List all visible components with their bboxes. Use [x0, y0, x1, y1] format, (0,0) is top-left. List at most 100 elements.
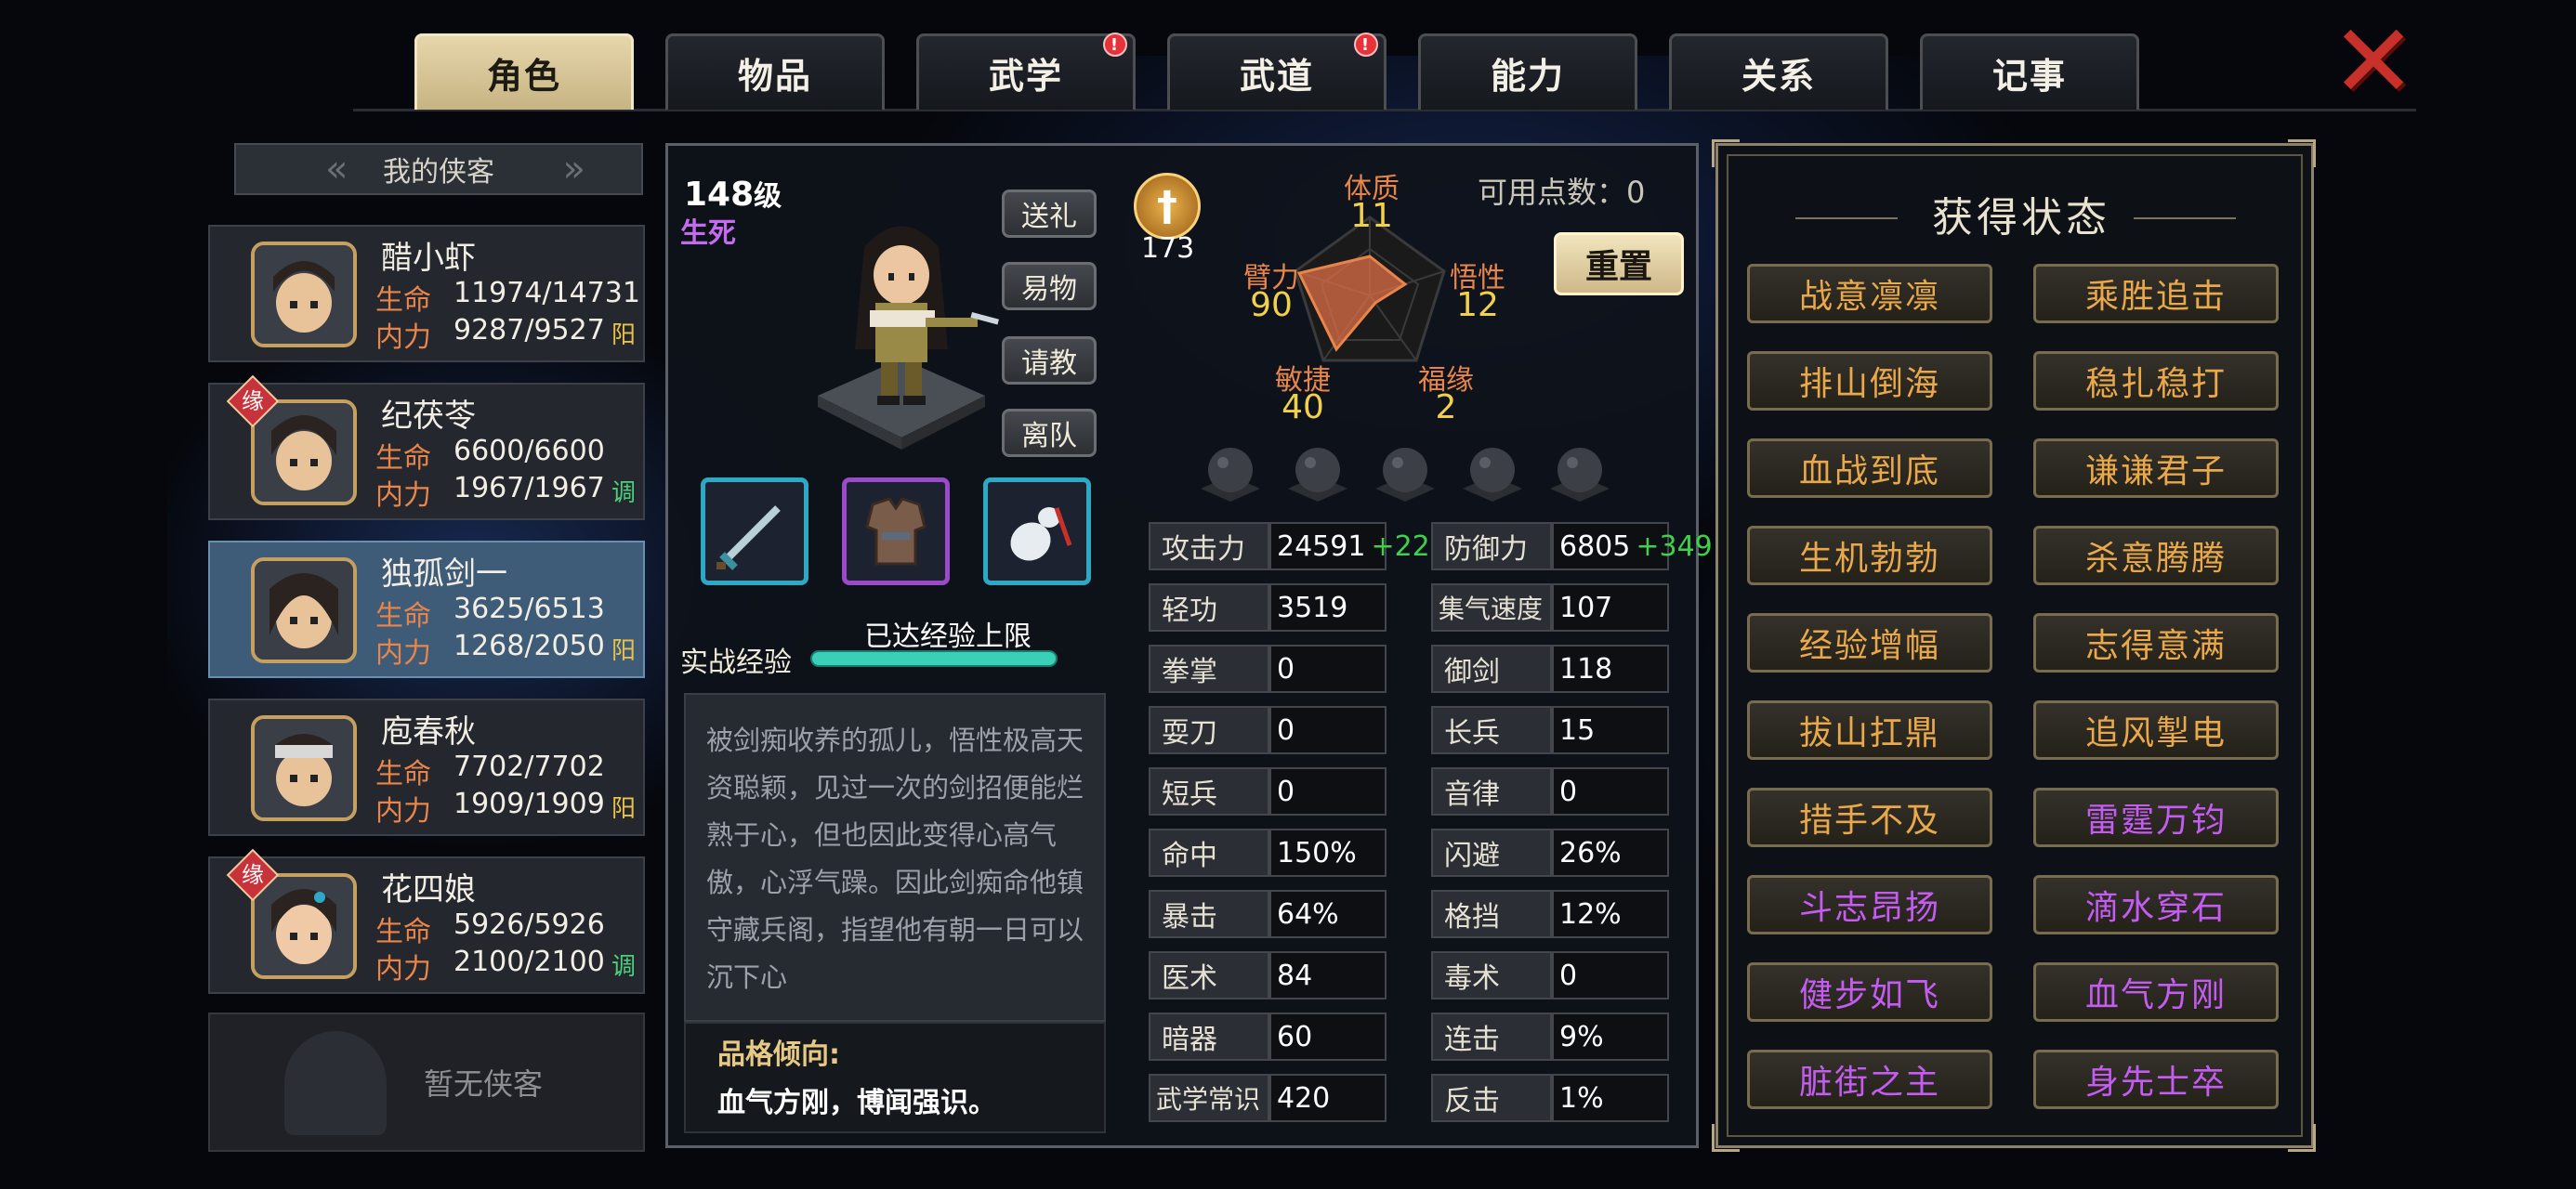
mp-label: 内力 [375, 321, 431, 354]
button-label: 送礼 [1021, 201, 1077, 233]
hero-card[interactable]: 庖春秋 生命 7702/7702 内力 1909/1909 阳 [208, 699, 645, 836]
stat-label: 集气速度 [1431, 583, 1552, 632]
stat-value: 150% [1269, 829, 1387, 877]
status-item[interactable]: 血气方刚 [2033, 962, 2279, 1022]
orb-slot-icon[interactable] [1195, 442, 1266, 505]
status-label: 经验增幅 [1798, 627, 1940, 665]
hero-portrait [251, 242, 357, 347]
hp-value: 11974/14731 [453, 277, 640, 309]
accessory-slot[interactable] [983, 477, 1091, 585]
status-label: 乘胜追击 [2084, 278, 2227, 316]
title-divider [2134, 217, 2236, 219]
stat-value: 0 [1552, 767, 1669, 816]
stat-value: 84 [1269, 951, 1387, 1000]
tab-martial-arts[interactable]: 武学! [916, 33, 1136, 110]
stat-label: 拳掌 [1149, 645, 1269, 693]
orb-slot-icon[interactable] [1282, 442, 1353, 505]
status-item[interactable]: 生机勃勃 [1747, 526, 1992, 585]
status-item[interactable]: 志得意满 [2033, 613, 2279, 673]
status-item[interactable]: 经验增幅 [1747, 613, 1992, 673]
status-item[interactable]: 乘胜追击 [2033, 264, 2279, 323]
armor-slot[interactable] [842, 477, 950, 585]
radar-value-insight: 12 [1456, 286, 1499, 324]
orb-slot-icon[interactable] [1544, 442, 1615, 505]
gift-button[interactable]: 送礼 [1002, 189, 1097, 238]
level-unit: 级 [754, 180, 782, 213]
fate-badge-label: 缘 [242, 388, 264, 414]
tab-label: 角色 [486, 56, 561, 97]
status-item[interactable]: 措手不及 [1747, 788, 1992, 847]
tab-role[interactable]: 角色 [414, 33, 634, 110]
status-item[interactable]: 雷霆万钧 [2033, 788, 2279, 847]
orb-slot-icon[interactable] [1370, 442, 1440, 505]
hero-card-selected[interactable]: 独孤剑一 生命 3625/6513 内力 1268/2050 阳 [208, 541, 645, 678]
hp-label: 生命 [375, 442, 431, 475]
attribute-tag: 调 [611, 479, 636, 507]
personality-title: 品格倾向: [717, 1039, 840, 1071]
status-label: 排山倒海 [1798, 365, 1940, 403]
status-label: 战意凛凛 [1798, 278, 1940, 316]
mp-value: 2100/2100 [453, 946, 605, 978]
status-item[interactable]: 健步如飞 [1747, 962, 1992, 1022]
consult-button[interactable]: 请教 [1002, 336, 1097, 385]
character-level: 148级 [684, 173, 782, 214]
tab-label: 武道 [1239, 56, 1314, 97]
status-item[interactable]: 脏街之主 [1747, 1050, 1992, 1109]
chevron-left-icon: « [325, 148, 348, 190]
trade-button[interactable]: 易物 [1002, 262, 1097, 310]
status-title: 获得状态 [1932, 194, 2110, 242]
status-item[interactable]: 战意凛凛 [1747, 264, 1992, 323]
status-item[interactable]: 斗志昂扬 [1747, 875, 1992, 934]
tab-ability[interactable]: 能力 [1418, 33, 1637, 110]
tab-relations[interactable]: 关系 [1669, 33, 1888, 110]
hero-card[interactable]: 缘 纪茯苓 生命 6600/6600 内力 1967/1967 调 [208, 374, 645, 520]
status-label: 滴水穿石 [2084, 889, 2227, 927]
attribute-radar-chart [1294, 216, 1446, 362]
status-item[interactable]: 血战到底 [1747, 438, 1992, 498]
status-label: 身先士卒 [2084, 1064, 2227, 1102]
stat-value: 0 [1552, 951, 1669, 1000]
level-number: 148 [684, 176, 755, 214]
weapon-slot[interactable] [701, 477, 808, 585]
stat-number: 6805 [1559, 529, 1631, 563]
corner-ornament [1712, 1124, 1740, 1152]
status-label: 谦谦君子 [2084, 452, 2227, 490]
character-sprite [818, 226, 999, 450]
tab-journal[interactable]: 记事 [1920, 33, 2139, 110]
corner-ornament [1712, 139, 1740, 167]
stat-label: 命中 [1149, 829, 1269, 877]
status-label: 稳扎稳打 [2084, 365, 2227, 403]
orb-slot-icon[interactable] [1457, 442, 1528, 505]
status-item[interactable]: 排山倒海 [1747, 351, 1992, 411]
reset-button[interactable]: 重置 [1554, 232, 1684, 295]
tab-items[interactable]: 物品 [665, 33, 885, 110]
character-description: 被剑痴收养的孤儿，悟性极高天资聪颖，见过一次的剑招便能烂熟于心，但也因此变得心高… [684, 693, 1106, 1022]
status-item[interactable]: 滴水穿石 [2033, 875, 2279, 934]
stat-label: 反击 [1431, 1074, 1552, 1122]
status-label: 志得意满 [2084, 627, 2227, 665]
status-item[interactable]: 追风掣电 [2033, 700, 2279, 760]
close-icon[interactable]: ✕ [2331, 10, 2416, 112]
radar-value-agility: 40 [1281, 388, 1324, 426]
stat-label: 格挡 [1431, 890, 1552, 938]
status-item[interactable]: 身先士卒 [2033, 1050, 2279, 1109]
combat-power-value: 173 [1141, 232, 1195, 265]
stat-label: 闪避 [1431, 829, 1552, 877]
stat-number: 24591 [1277, 529, 1366, 563]
mp-label: 内力 [375, 795, 431, 828]
status-item[interactable]: 稳扎稳打 [2033, 351, 2279, 411]
attribute-tag: 调 [611, 953, 636, 981]
status-item[interactable]: 杀意腾腾 [2033, 526, 2279, 585]
leave-party-button[interactable]: 离队 [1002, 409, 1097, 457]
tab-martial-way[interactable]: 武道! [1167, 33, 1387, 110]
status-item[interactable]: 谦谦君子 [2033, 438, 2279, 498]
stat-value: 0 [1269, 767, 1387, 816]
tab-label: 物品 [737, 56, 812, 97]
armor-icon [865, 497, 927, 566]
mp-label: 内力 [375, 479, 431, 512]
hp-value: 5926/5926 [453, 908, 605, 941]
hero-card[interactable]: 缘 花四娘 生命 5926/5926 内力 2100/2100 调 [208, 848, 645, 994]
gourd-icon [1010, 507, 1072, 561]
hero-card[interactable]: 醋小虾 生命 11974/14731 内力 9287/9527 阳 [208, 225, 645, 362]
status-item[interactable]: 拔山扛鼎 [1747, 700, 1992, 760]
